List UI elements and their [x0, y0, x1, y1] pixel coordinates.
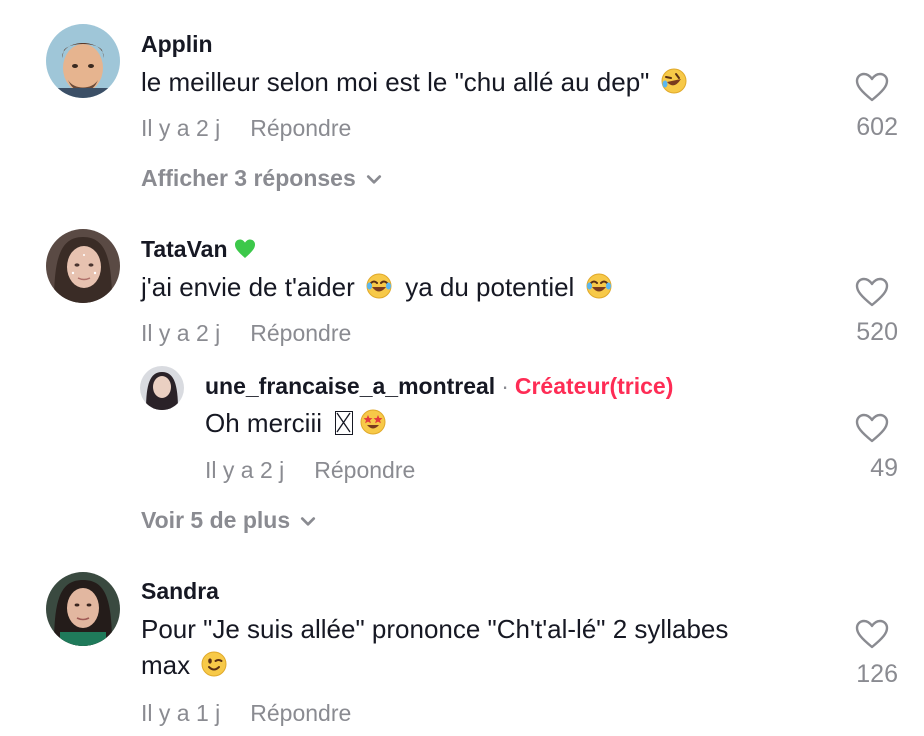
- timestamp: Il y a 2 j: [205, 457, 285, 483]
- avatar[interactable]: [46, 572, 120, 646]
- heart-icon[interactable]: [855, 72, 889, 102]
- comment-text: le meilleur selon moi est le "chu allé a…: [141, 64, 687, 100]
- timestamp: Il y a 1 j: [141, 700, 221, 726]
- like-count: 49: [870, 454, 898, 482]
- heart-icon[interactable]: [855, 413, 889, 443]
- avatar[interactable]: [46, 24, 120, 98]
- comment-text-body: le meilleur selon moi est le "chu allé a…: [141, 67, 650, 97]
- comment-text-line-2: max: [141, 647, 227, 683]
- reply-button[interactable]: Répondre: [250, 115, 351, 141]
- reply-button[interactable]: Répondre: [250, 320, 351, 346]
- avatar[interactable]: [140, 366, 184, 410]
- like-count: 126: [856, 660, 898, 688]
- reply-text: Oh merciii: [205, 405, 386, 441]
- reply-meta: Il y a 2 j Répondre: [205, 457, 415, 484]
- view-more-label: Voir 5 de plus: [141, 507, 291, 533]
- username[interactable]: TataVan: [141, 236, 256, 263]
- timestamp: Il y a 2 j: [141, 115, 221, 141]
- comment-meta: Il y a 1 j Répondre: [141, 700, 351, 727]
- avatar[interactable]: [46, 229, 120, 303]
- reply-button[interactable]: Répondre: [250, 700, 351, 726]
- comment-meta: Il y a 2 j Répondre: [141, 320, 351, 347]
- chevron-down-icon: [300, 516, 316, 528]
- comment-text-part-1: j'ai envie de t'aider: [141, 272, 355, 302]
- username[interactable]: Applin: [141, 31, 213, 58]
- green-heart-icon: [234, 238, 256, 260]
- username[interactable]: une_francaise_a_montreal: [205, 373, 495, 399]
- heart-icon[interactable]: [855, 619, 889, 649]
- timestamp: Il y a 2 j: [141, 320, 221, 346]
- like-count: 520: [856, 318, 898, 346]
- reply-button[interactable]: Répondre: [314, 457, 415, 483]
- username-label: TataVan: [141, 236, 228, 262]
- face-with-tears-of-joy-icon: [366, 272, 392, 299]
- separator: ·: [501, 373, 509, 399]
- rolling-on-floor-laughing-icon: [661, 67, 687, 94]
- view-replies-button[interactable]: Afficher 3 réponses: [141, 165, 382, 192]
- username[interactable]: Sandra: [141, 578, 219, 605]
- missing-glyph-icon: [335, 411, 354, 435]
- comment-text-part-2: ya du potentiel: [405, 272, 575, 302]
- view-replies-label: Afficher 3 réponses: [141, 165, 356, 191]
- view-more-replies-button[interactable]: Voir 5 de plus: [141, 507, 316, 534]
- face-with-tears-of-joy-icon: [586, 272, 612, 299]
- like-count: 602: [856, 113, 898, 141]
- reply-text-body: Oh merciii: [205, 408, 323, 438]
- comment-meta: Il y a 2 j Répondre: [141, 115, 351, 142]
- comment-text-line-1: Pour "Je suis allée" prononce "Ch't'al-l…: [141, 614, 729, 644]
- winking-face-icon: [201, 650, 227, 677]
- chevron-down-icon: [366, 174, 382, 186]
- heart-icon[interactable]: [855, 277, 889, 307]
- creator-badge: Créateur(trice): [514, 373, 674, 399]
- comment-text-tail: max: [141, 650, 191, 680]
- reply-header: une_francaise_a_montreal · Créateur(trice): [205, 373, 673, 400]
- star-struck-icon: [360, 408, 386, 435]
- comment-text: j'ai envie de t'aider ya du potentiel: [141, 269, 612, 305]
